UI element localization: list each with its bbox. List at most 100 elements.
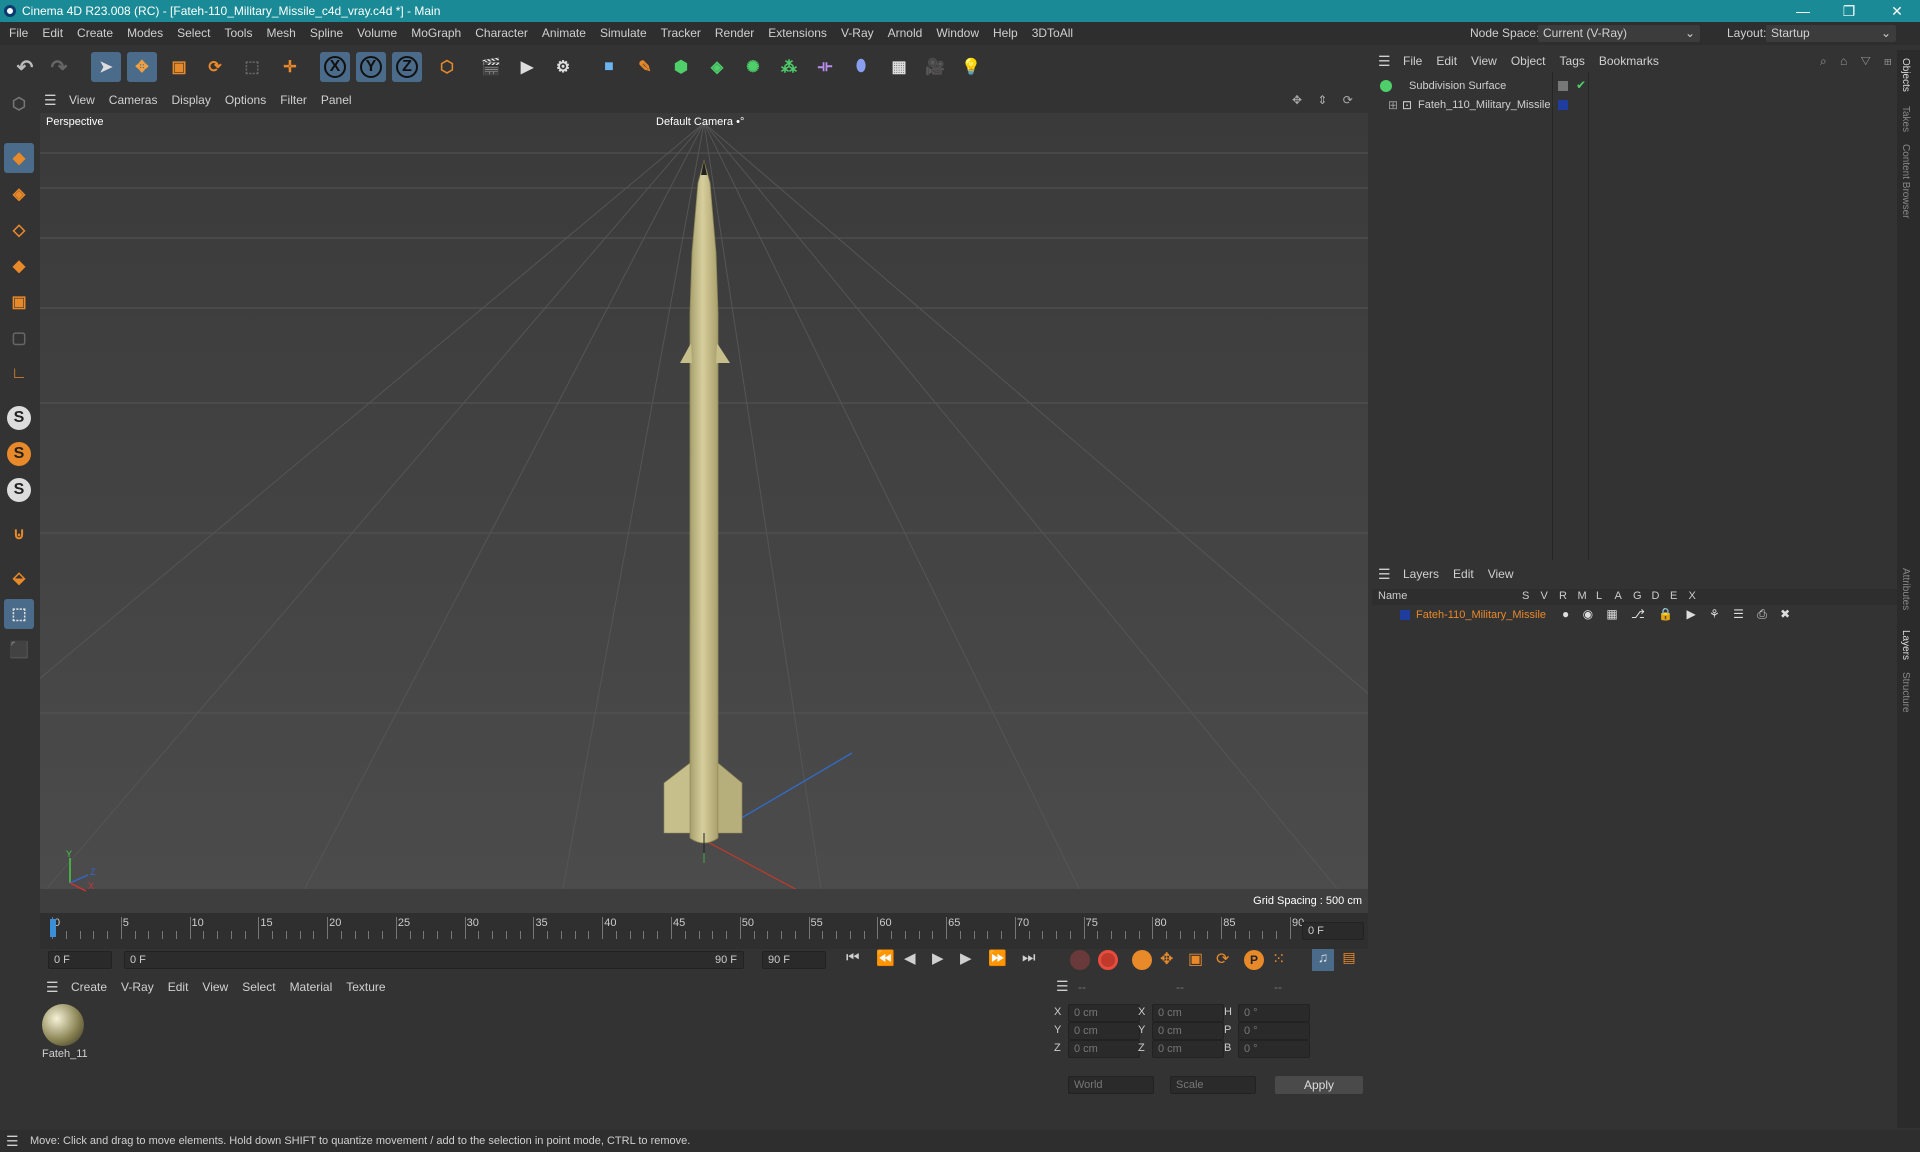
coord-value-field[interactable]: 0 cm xyxy=(1152,1022,1224,1040)
timeline-sound-icon[interactable]: ♫ xyxy=(1312,949,1334,971)
object-menu-tags[interactable]: Tags xyxy=(1553,50,1592,72)
expand-icon[interactable]: ⊞ xyxy=(1388,98,1398,112)
menu-edit[interactable]: Edit xyxy=(35,22,70,45)
axis-icon[interactable]: ∟ xyxy=(4,359,34,389)
menu-select[interactable]: Select xyxy=(170,22,217,45)
extrude-icon[interactable]: ◈ xyxy=(702,52,732,82)
menu-mesh[interactable]: Mesh xyxy=(259,22,302,45)
timeline-film-icon[interactable]: ▤ xyxy=(1338,949,1360,971)
coord-space-select[interactable]: World xyxy=(1068,1076,1154,1094)
record-disabled-icon[interactable] xyxy=(1070,950,1090,970)
menu-modes[interactable]: Modes xyxy=(120,22,170,45)
menu-character[interactable]: Character xyxy=(468,22,535,45)
floor-icon[interactable]: ▦ xyxy=(884,52,914,82)
scale-icon[interactable]: ▣ xyxy=(164,52,194,82)
render-region-icon[interactable]: 🎬 xyxy=(476,52,506,82)
key-rotate-icon[interactable]: ⟳ xyxy=(1216,949,1229,969)
grid-snap-icon[interactable]: ⬚ xyxy=(4,599,34,629)
magnet-icon[interactable]: ⊍ xyxy=(4,519,34,549)
select-icon[interactable]: ➤ xyxy=(91,52,121,82)
layer-column-v[interactable]: V xyxy=(1541,590,1548,602)
y-axis-icon[interactable]: Y xyxy=(356,52,386,82)
next-key-icon[interactable]: ⏩ xyxy=(988,949,1007,967)
viewport-menu-filter[interactable]: Filter xyxy=(273,89,314,111)
hamburger-icon[interactable]: ☰ xyxy=(6,1130,19,1152)
material-menu-texture[interactable]: Texture xyxy=(339,976,392,998)
object-toolbar-icons[interactable]: ⌕ ⌂ ▽ ⊞ xyxy=(1820,50,1897,72)
texture-mode-icon[interactable]: ◆ xyxy=(4,143,34,173)
viewport-menu-options[interactable]: Options xyxy=(218,89,273,111)
live-select-icon[interactable]: ⬚ xyxy=(237,52,267,82)
key-move-icon[interactable]: ✥ xyxy=(1160,949,1173,969)
layer-column-r[interactable]: R xyxy=(1559,590,1567,602)
z-axis-icon[interactable]: Z xyxy=(392,52,422,82)
coord-value-field[interactable]: 0 ° xyxy=(1238,1004,1310,1022)
points-mode-icon[interactable]: ◈ xyxy=(4,179,34,209)
layer-color-swatch[interactable] xyxy=(1558,100,1568,110)
object-row-subdivision[interactable]: Subdivision Surface ✔ xyxy=(1372,78,1897,96)
layer-menu-view[interactable]: View xyxy=(1481,563,1521,585)
hamburger-icon[interactable]: ☰ xyxy=(44,89,57,111)
move-icon[interactable]: ✥ xyxy=(127,52,157,82)
current-frame-field[interactable]: 0 F xyxy=(1302,922,1364,940)
menu-extensions[interactable]: Extensions xyxy=(761,22,834,45)
menu-render[interactable]: Render xyxy=(708,22,761,45)
frame-range-slider[interactable]: 0 F 90 F xyxy=(124,951,744,969)
record-icon[interactable] xyxy=(1098,950,1118,970)
undo-icon[interactable]: ↶ xyxy=(10,52,40,82)
viewport-menu-view[interactable]: View xyxy=(62,89,102,111)
tab-attributes[interactable]: Attributes xyxy=(1900,568,1911,610)
menu-simulate[interactable]: Simulate xyxy=(593,22,654,45)
minimize-button[interactable]: — xyxy=(1780,0,1826,22)
object-menu-view[interactable]: View xyxy=(1464,50,1504,72)
coord-value-field[interactable]: 0 cm xyxy=(1068,1040,1140,1058)
layer-row[interactable]: Fateh-110_Military_Missile ● ◉ ▦ ⎇ 🔒 ▶ ⚘… xyxy=(1372,607,1897,625)
layer-column-l[interactable]: L xyxy=(1596,590,1602,602)
tab-takes[interactable]: Takes xyxy=(1900,106,1911,132)
menu-mograph[interactable]: MoGraph xyxy=(404,22,468,45)
redo-icon[interactable]: ↷ xyxy=(44,52,74,82)
snap-settings-icon[interactable]: S xyxy=(4,439,34,469)
hamburger-icon[interactable]: ☰ xyxy=(46,976,59,998)
viewport-menu-display[interactable]: Display xyxy=(164,89,217,111)
layer-column-e[interactable]: E xyxy=(1670,590,1677,602)
polygons-mode-icon[interactable]: ◆ xyxy=(4,251,34,281)
layer-column-name[interactable]: Name xyxy=(1378,590,1407,602)
light-icon[interactable]: 💡 xyxy=(956,52,986,82)
object-mode-icon[interactable]: ▣ xyxy=(4,287,34,317)
deformer-icon[interactable]: ⟛ xyxy=(810,52,840,82)
menu-create[interactable]: Create xyxy=(70,22,120,45)
workplane-icon[interactable]: ▢ xyxy=(4,323,34,353)
layer-color-swatch[interactable] xyxy=(1400,610,1410,620)
key-scale-icon[interactable]: ▣ xyxy=(1188,949,1203,969)
material-menu-view[interactable]: View xyxy=(195,976,235,998)
visibility-toggle[interactable] xyxy=(1558,81,1568,91)
menu-arnold[interactable]: Arnold xyxy=(881,22,930,45)
floor-grid-icon[interactable]: ⬛ xyxy=(4,635,34,665)
material-menu-v-ray[interactable]: V-Ray xyxy=(114,976,161,998)
menu-volume[interactable]: Volume xyxy=(350,22,404,45)
coord-value-field[interactable]: 0 cm xyxy=(1152,1004,1224,1022)
object-menu-object[interactable]: Object xyxy=(1504,50,1553,72)
snap-grid-icon[interactable]: S xyxy=(4,475,34,505)
environment-icon[interactable]: ⬮ xyxy=(846,52,876,82)
layer-column-m[interactable]: M xyxy=(1578,590,1587,602)
coord-value-field[interactable]: 0 ° xyxy=(1238,1022,1310,1040)
play-icon[interactable]: ▶ xyxy=(932,949,944,967)
tab-structure[interactable]: Structure xyxy=(1900,672,1911,713)
object-menu-edit[interactable]: Edit xyxy=(1429,50,1464,72)
key-pla-icon[interactable]: ⁙ xyxy=(1272,949,1285,969)
material-menu-create[interactable]: Create xyxy=(64,976,114,998)
node-space-select[interactable]: Current (V-Ray) ⌄ xyxy=(1538,25,1700,42)
snap-icon[interactable]: S xyxy=(4,403,34,433)
viewport-menu-cameras[interactable]: Cameras xyxy=(102,89,165,111)
menu-animate[interactable]: Animate xyxy=(535,22,593,45)
layer-column-g[interactable]: G xyxy=(1633,590,1642,602)
mograph-icon[interactable]: ⁂ xyxy=(774,52,804,82)
hamburger-icon[interactable]: ☰ xyxy=(1056,978,1069,995)
viewport-menu-panel[interactable]: Panel xyxy=(314,89,359,111)
menu-tracker[interactable]: Tracker xyxy=(654,22,708,45)
object-menu-bookmarks[interactable]: Bookmarks xyxy=(1592,50,1666,72)
key-param-icon[interactable]: P xyxy=(1244,950,1264,970)
start-frame-field[interactable]: 0 F xyxy=(48,951,112,969)
